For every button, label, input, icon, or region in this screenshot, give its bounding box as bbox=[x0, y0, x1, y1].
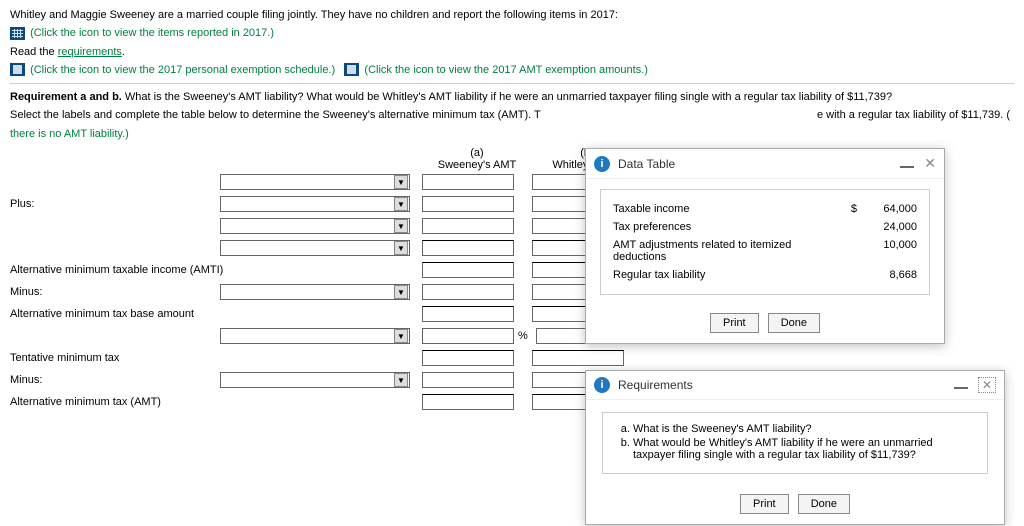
req-b: What would be Whitley's AMT liability if… bbox=[633, 437, 975, 461]
row3-a-input[interactable] bbox=[422, 218, 514, 234]
intro-line1: Whitley and Maggie Sweeney are a married… bbox=[10, 8, 1014, 22]
row8-a-input[interactable] bbox=[422, 328, 514, 344]
requirement-text: What is the Sweeney's AMT liability? Wha… bbox=[122, 91, 892, 103]
row8-label-dd[interactable]: ▼ bbox=[220, 328, 410, 344]
dt-row3-label: AMT adjustments related to itemized dedu… bbox=[613, 239, 837, 263]
exemption-schedule-icon[interactable] bbox=[10, 63, 25, 76]
requirement-heading: Requirement a and b. bbox=[10, 91, 122, 103]
divider bbox=[10, 83, 1014, 84]
data-table-title: Data Table bbox=[618, 157, 675, 171]
dt-row2-label: Tax preferences bbox=[613, 221, 837, 233]
close-icon[interactable]: ✕ bbox=[978, 377, 996, 393]
close-icon[interactable]: ✕ bbox=[924, 155, 936, 172]
data-table-done-button[interactable]: Done bbox=[768, 313, 820, 333]
requirements-done-button[interactable]: Done bbox=[798, 494, 850, 514]
requirements-link[interactable]: requirements bbox=[58, 46, 122, 58]
col-a-sub: Sweeney's AMT bbox=[422, 159, 532, 171]
amti-a-input[interactable] bbox=[422, 262, 514, 278]
amt-label: Alternative minimum tax (AMT) bbox=[10, 396, 422, 408]
exemption-schedule-link[interactable]: (Click the icon to view the 2017 persona… bbox=[30, 64, 335, 76]
data-table-print-button[interactable]: Print bbox=[710, 313, 759, 333]
chevron-down-icon: ▼ bbox=[394, 241, 408, 255]
amt-exemption-link[interactable]: (Click the icon to view the 2017 AMT exe… bbox=[364, 64, 648, 76]
dt-row2-val: 24,000 bbox=[857, 221, 917, 233]
instruction-hint: there is no AMT liability.) bbox=[10, 127, 1014, 141]
chevron-down-icon: ▼ bbox=[394, 373, 408, 387]
row1-label-dd[interactable]: ▼ bbox=[220, 174, 410, 190]
row4-label-dd[interactable]: ▼ bbox=[220, 240, 410, 256]
req-a: What is the Sweeney's AMT liability? bbox=[633, 423, 975, 435]
minimize-icon[interactable] bbox=[954, 387, 968, 389]
instruction-post: e with a regular tax liability of $11,73… bbox=[817, 109, 1010, 121]
chevron-down-icon: ▼ bbox=[394, 219, 408, 233]
row3-label-dd[interactable]: ▼ bbox=[220, 218, 410, 234]
base-a-input[interactable] bbox=[422, 306, 514, 322]
row1-a-input[interactable] bbox=[422, 174, 514, 190]
chevron-down-icon: ▼ bbox=[394, 175, 408, 189]
row2-a-input[interactable] bbox=[422, 196, 514, 212]
dt-row1-label: Taxable income bbox=[613, 203, 837, 215]
dt-row4-label: Regular tax liability bbox=[613, 269, 837, 281]
info-icon: i bbox=[594, 377, 610, 393]
chevron-down-icon: ▼ bbox=[394, 329, 408, 343]
items-link[interactable]: (Click the icon to view the items report… bbox=[30, 27, 274, 39]
items-icon[interactable] bbox=[10, 27, 25, 40]
col-a-top: (a) bbox=[422, 147, 532, 159]
info-icon: i bbox=[594, 156, 610, 172]
requirements-title: Requirements bbox=[618, 378, 693, 392]
row10-a-input[interactable] bbox=[422, 372, 514, 388]
dt-row4-val: 8,668 bbox=[857, 269, 917, 281]
read-the: Read the bbox=[10, 46, 58, 58]
pct-a: % bbox=[518, 330, 528, 342]
requirements-popup: i Requirements ✕ What is the Sweeney's A… bbox=[585, 370, 1005, 525]
row4-a-input[interactable] bbox=[422, 240, 514, 256]
tentative-label: Tentative minimum tax bbox=[10, 352, 422, 364]
dt-row1-cur: $ bbox=[837, 203, 857, 215]
amti-label: Alternative minimum taxable income (AMTI… bbox=[10, 264, 422, 276]
plus-label: Plus: bbox=[10, 198, 220, 210]
base-label: Alternative minimum tax base amount bbox=[10, 308, 422, 320]
data-table-popup: i Data Table ✕ Taxable income$64,000 Tax… bbox=[585, 148, 945, 344]
amt-a-input[interactable] bbox=[422, 394, 514, 410]
row6-a-input[interactable] bbox=[422, 284, 514, 300]
amt-exemption-icon[interactable] bbox=[344, 63, 359, 76]
minimize-icon[interactable] bbox=[900, 166, 914, 168]
period: . bbox=[122, 46, 125, 58]
chevron-down-icon: ▼ bbox=[394, 285, 408, 299]
dt-row3-val: 10,000 bbox=[857, 239, 917, 263]
minus-label-2: Minus: bbox=[10, 374, 220, 386]
requirements-print-button[interactable]: Print bbox=[740, 494, 789, 514]
tent-a-input[interactable] bbox=[422, 350, 514, 366]
minus-label: Minus: bbox=[10, 286, 220, 298]
row10-label-dd[interactable]: ▼ bbox=[220, 372, 410, 388]
tent-b-input[interactable] bbox=[532, 350, 624, 366]
chevron-down-icon: ▼ bbox=[394, 197, 408, 211]
instruction-pre: Select the labels and complete the table… bbox=[10, 109, 541, 121]
row2-label-dd[interactable]: ▼ bbox=[220, 196, 410, 212]
dt-row1-val: 64,000 bbox=[857, 203, 917, 215]
row6-label-dd[interactable]: ▼ bbox=[220, 284, 410, 300]
